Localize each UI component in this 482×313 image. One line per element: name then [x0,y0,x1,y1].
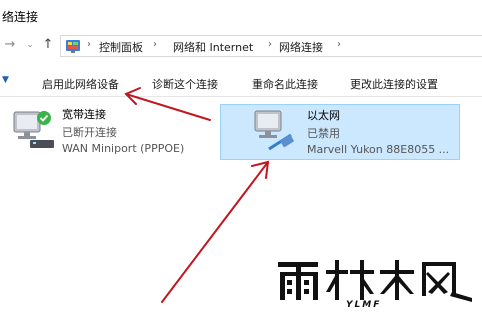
rename-connection-button[interactable]: 重命名此连接 [252,76,318,92]
dialup-connection-icon [13,111,54,148]
ethernet-adapter-icon [254,110,294,151]
breadcrumb-separator-icon: › [153,39,157,50]
connection-item-broadband[interactable]: 宽带连接 已断开连接 WAN Miniport (PPPOE) [6,104,206,160]
annotation-arrow-icon [161,160,270,303]
svg-text:YLMF: YLMF [346,300,381,308]
command-toolbar: ▼ 启用此网络设备 诊断这个连接 重命名此连接 更改此连接的设置 [0,70,482,97]
address-bar[interactable]: › 控制面板 › 网络和 Internet › 网络连接 › [60,35,482,57]
recent-locations-chevron-icon[interactable]: ⌄ [22,37,38,53]
control-panel-icon [66,40,80,53]
forward-arrow-icon[interactable]: → [2,37,18,53]
connection-status: 已断开连接 [62,126,117,139]
connection-device: WAN Miniport (PPPOE) [62,142,185,155]
connection-name: 以太网 [307,109,340,122]
address-row: → ⌄ ↑ › 控制面板 › 网络和 Internet › 网络连接 › [0,33,482,59]
organize-dropdown-icon[interactable]: ▼ [2,75,9,85]
connection-status: 已禁用 [307,127,340,140]
diagnose-connection-button[interactable]: 诊断这个连接 [152,76,218,92]
breadcrumb-separator-icon: › [268,39,272,50]
title-bar: 络连接 [0,0,482,32]
breadcrumb-separator-icon: › [87,39,91,50]
breadcrumb-separator-icon: › [337,39,341,50]
connection-name: 宽带连接 [62,108,106,121]
up-arrow-icon[interactable]: ↑ [40,37,56,53]
change-settings-button[interactable]: 更改此连接的设置 [350,76,438,92]
enable-device-button[interactable]: 启用此网络设备 [42,76,119,92]
breadcrumb-network-connections[interactable]: 网络连接 [279,39,323,55]
breadcrumb-network-internet[interactable]: 网络和 Internet [173,39,253,55]
connection-item-ethernet[interactable]: 以太网 已禁用 Marvell Yukon 88E8055 ... [220,104,460,160]
connection-device: Marvell Yukon 88E8055 ... [307,143,450,156]
ylmf-watermark-logo: YLMF [278,260,472,308]
window-title: 络连接 [2,10,39,24]
breadcrumb-control-panel[interactable]: 控制面板 [99,39,143,55]
